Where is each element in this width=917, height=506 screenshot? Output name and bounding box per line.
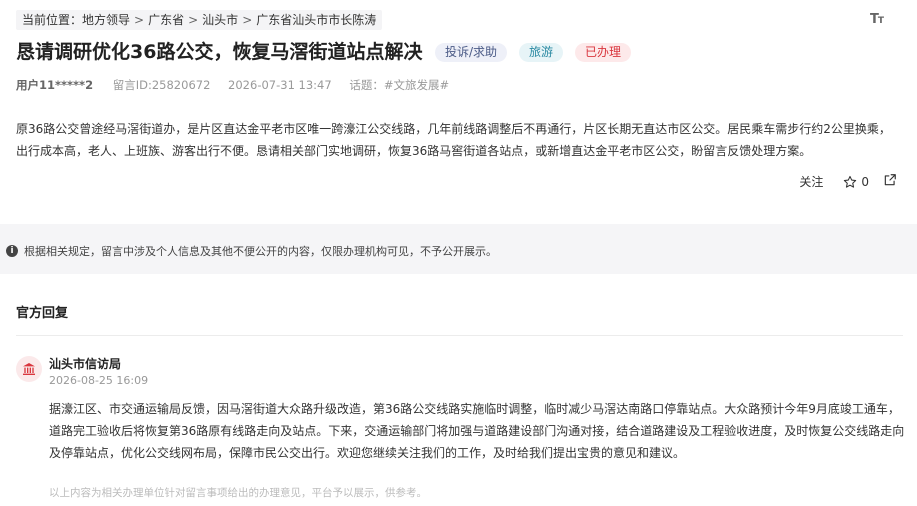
privacy-notice: i 根据相关规定，留言中涉及个人信息及其他不便公开的内容，仅限办理机构可见，不予… <box>6 243 497 259</box>
divider <box>16 335 903 336</box>
message-id: 留言ID:25820672 <box>112 78 211 92</box>
breadcrumb-separator: > <box>134 13 145 27</box>
breadcrumb: 当前位置：地方领导 > 广东省 > 汕头市 > 广东省汕头市市长陈涛 <box>16 10 383 30</box>
share-button[interactable] <box>883 173 897 190</box>
breadcrumb-separator: > <box>188 13 199 27</box>
post-content: 原36路公交曾途经马滘街道办，是片区直达金平老市区唯一跨濠江公交线路，几年前线路… <box>16 122 891 158</box>
post-actions: 关注 0 <box>799 173 897 190</box>
info-icon: i <box>6 245 18 257</box>
font-size-icon[interactable]: TT <box>870 12 884 27</box>
breadcrumb-item-city[interactable]: 汕头市 <box>202 13 238 27</box>
reply-datetime: 2026-08-25 16:09 <box>49 374 149 387</box>
share-icon <box>884 174 896 186</box>
star-icon <box>844 175 857 188</box>
like-button[interactable]: 0 <box>843 175 869 189</box>
post-datetime: 2026-07-31 13:47 <box>228 78 332 92</box>
topic-badge: 旅游 <box>519 43 564 62</box>
reply-footnote: 以上内容为相关办理单位针对留言事项给出的办理意见，平台予以展示，供参考。 <box>49 487 427 499</box>
like-count: 0 <box>861 174 869 189</box>
follow-button[interactable]: 关注 <box>799 173 823 190</box>
official-reply-heading: 官方回复 <box>16 306 69 321</box>
type-badge: 投诉/求助 <box>435 43 508 62</box>
breadcrumb-prefix: 当前位置： <box>22 13 83 27</box>
breadcrumb-separator: > <box>242 13 253 27</box>
department-avatar <box>16 356 42 382</box>
post-meta: 用户11*****2 留言ID:25820672 2026-07-31 13:4… <box>16 77 463 93</box>
status-badge: 已办理 <box>575 43 632 62</box>
reply-content: 据濠江区、市交通运输局反馈，因马滘街道大众路升级改造，第36路公交线路实施临时调… <box>49 402 905 460</box>
breadcrumb-item-province[interactable]: 广东省 <box>148 13 184 27</box>
breadcrumb-item-local-leaders[interactable]: 地方领导 <box>82 13 130 27</box>
topic-link[interactable]: 话题：#文旅发展# <box>349 78 449 92</box>
user-name: 用户11*****2 <box>16 78 94 92</box>
department-name: 汕头市信访局 <box>49 357 122 371</box>
privacy-notice-text: 根据相关规定，留言中涉及个人信息及其他不便公开的内容，仅限办理机构可见，不予公开… <box>24 245 497 258</box>
breadcrumb-item-mayor[interactable]: 广东省汕头市市长陈涛 <box>256 13 376 27</box>
government-building-icon <box>23 363 35 375</box>
page-title: 恳请调研优化36路公交，恢复马滘街道站点解决 <box>16 41 423 63</box>
